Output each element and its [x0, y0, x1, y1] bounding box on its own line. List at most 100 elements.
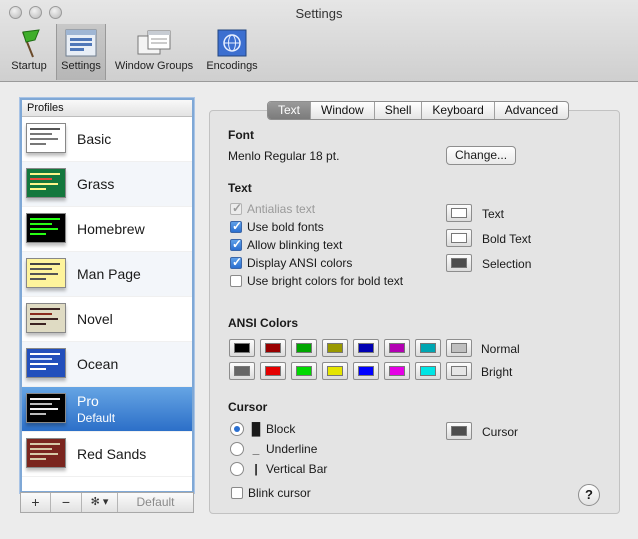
use-bold-fonts-checkbox[interactable]: Use bold fonts [230, 219, 324, 234]
text-section-heading: Text [228, 181, 252, 195]
settings-tabs: Text Window Shell Keyboard Advanced [267, 101, 570, 120]
toolbar-window-groups-label: Window Groups [114, 60, 194, 72]
ansi-normal-color-well-0[interactable] [229, 339, 255, 357]
tab-advanced[interactable]: Advanced [495, 102, 568, 119]
add-profile-button[interactable]: + [21, 493, 51, 512]
cursor-color-label: Cursor [482, 425, 519, 439]
profile-item-ocean[interactable]: Ocean [22, 342, 192, 387]
font-section-heading: Font [228, 128, 254, 142]
ansi-bright-color-swatch [265, 366, 281, 376]
allow-blinking-text-checkbox[interactable]: Allow blinking text [230, 237, 342, 252]
profile-name: Pro [77, 393, 99, 409]
ansi-normal-color-swatch [358, 343, 374, 353]
checkbox-box[interactable] [230, 255, 242, 269]
block-cursor-icon: █ [251, 422, 261, 436]
cursor-block-radio[interactable]: █ Block [230, 422, 295, 436]
ansi-bright-color-swatch [327, 366, 343, 376]
profile-item-basic[interactable]: Basic [22, 117, 192, 162]
toolbar-settings[interactable]: Settings [56, 24, 106, 80]
ansi-bright-color-well-5[interactable] [384, 362, 410, 380]
help-button[interactable]: ? [578, 484, 600, 506]
profile-item-novel[interactable]: Novel [22, 297, 192, 342]
tab-keyboard[interactable]: Keyboard [422, 102, 495, 119]
settings-window: Settings Startup Settings Window Groups … [0, 0, 638, 539]
cursor-color-well[interactable] [446, 422, 472, 440]
radio-button[interactable] [230, 442, 244, 456]
ansi-bright-color-swatch [358, 366, 374, 376]
toolbar-startup[interactable]: Startup [6, 24, 52, 80]
profile-item-man-page[interactable]: Man Page [22, 252, 192, 297]
profiles-list[interactable]: Profiles Basic Grass Homebrew Man Page N… [20, 98, 194, 493]
ansi-normal-color-well-5[interactable] [384, 339, 410, 357]
profile-item-pro[interactable]: Pro Default [22, 387, 192, 432]
checkbox-label: Antialias text [247, 202, 316, 216]
tab-window[interactable]: Window [311, 102, 375, 119]
cursor-vertical-bar-radio[interactable]: | Vertical Bar [230, 462, 327, 476]
ansi-bright-color-well-1[interactable] [260, 362, 286, 380]
checkbox-box[interactable] [231, 487, 243, 499]
ansi-normal-color-swatch [265, 343, 281, 353]
ansi-normal-color-well-1[interactable] [260, 339, 286, 357]
vertical-bar-cursor-icon: | [254, 462, 258, 476]
selection-color-well[interactable] [446, 254, 472, 272]
ansi-normal-color-well-4[interactable] [353, 339, 379, 357]
toolbar-encodings-label: Encodings [206, 60, 258, 72]
profile-thumbnail-homebrew [26, 213, 66, 243]
ansi-normal-label: Normal [481, 342, 520, 356]
ansi-normal-color-well-3[interactable] [322, 339, 348, 357]
bold-text-color-label: Bold Text [482, 232, 532, 246]
radio-label: Block [266, 422, 296, 436]
text-color-well[interactable] [446, 204, 472, 222]
toolbar-encodings[interactable]: Encodings [202, 24, 262, 80]
profile-item-red-sands[interactable]: Red Sands [22, 432, 192, 477]
terminal-settings-icon [65, 29, 97, 57]
ansi-bright-color-swatch [451, 366, 467, 376]
remove-profile-button[interactable]: − [51, 493, 82, 512]
encodings-globe-icon [217, 29, 247, 57]
profile-item-grass[interactable]: Grass [22, 162, 192, 207]
cursor-section-heading: Cursor [228, 400, 268, 414]
ansi-bright-color-well-2[interactable] [291, 362, 317, 380]
checkbox-box[interactable] [230, 275, 242, 287]
profile-name: Basic [77, 131, 112, 147]
ansi-bright-color-well-7[interactable] [446, 362, 472, 380]
profile-item-homebrew[interactable]: Homebrew [22, 207, 192, 252]
profile-name: Red Sands [77, 446, 147, 462]
profile-name: Ocean [77, 356, 119, 372]
radio-label: Vertical Bar [266, 462, 328, 476]
ansi-normal-color-well-2[interactable] [291, 339, 317, 357]
toolbar-window-groups[interactable]: Window Groups [110, 24, 198, 80]
profile-list-buttons: + − ✻ ▾ Default [20, 492, 194, 513]
profile-name: Grass [77, 176, 115, 192]
ansi-bright-color-well-4[interactable] [353, 362, 379, 380]
checkbox-box[interactable] [230, 219, 242, 233]
change-font-button[interactable]: Change... [446, 146, 517, 165]
profile-thumbnail-ocean [26, 348, 66, 378]
text-color-swatch [451, 208, 467, 218]
ansi-normal-color-well-6[interactable] [415, 339, 441, 357]
radio-button[interactable] [230, 422, 244, 436]
gear-menu-button[interactable]: ✻ ▾ [82, 493, 118, 512]
radio-button[interactable] [230, 462, 244, 476]
blink-cursor-checkbox[interactable]: Blink cursor [231, 486, 311, 500]
ansi-normal-color-swatch [296, 343, 312, 353]
default-profile-button[interactable]: Default [118, 493, 193, 512]
window-title: Settings [295, 6, 343, 21]
ansi-bright-color-well-6[interactable] [415, 362, 441, 380]
display-ansi-colors-checkbox[interactable]: Display ANSI colors [230, 255, 352, 270]
radio-label: Underline [266, 442, 318, 456]
selection-color-swatch [451, 258, 467, 268]
cursor-color-swatch [451, 426, 467, 436]
underline-cursor-icon: _ [252, 442, 260, 456]
bold-text-color-well[interactable] [446, 229, 472, 247]
ansi-normal-color-well-7[interactable] [446, 339, 472, 357]
tab-shell[interactable]: Shell [375, 102, 423, 119]
cursor-underline-radio[interactable]: _ Underline [230, 442, 317, 456]
font-value: Menlo Regular 18 pt. [228, 149, 340, 163]
ansi-bright-color-well-0[interactable] [229, 362, 255, 380]
tab-text[interactable]: Text [268, 102, 312, 119]
ansi-bright-color-well-3[interactable] [322, 362, 348, 380]
ansi-normal-color-swatch [327, 343, 343, 353]
checkbox-box[interactable] [230, 237, 242, 251]
bright-colors-bold-checkbox[interactable]: Use bright colors for bold text [230, 274, 403, 288]
